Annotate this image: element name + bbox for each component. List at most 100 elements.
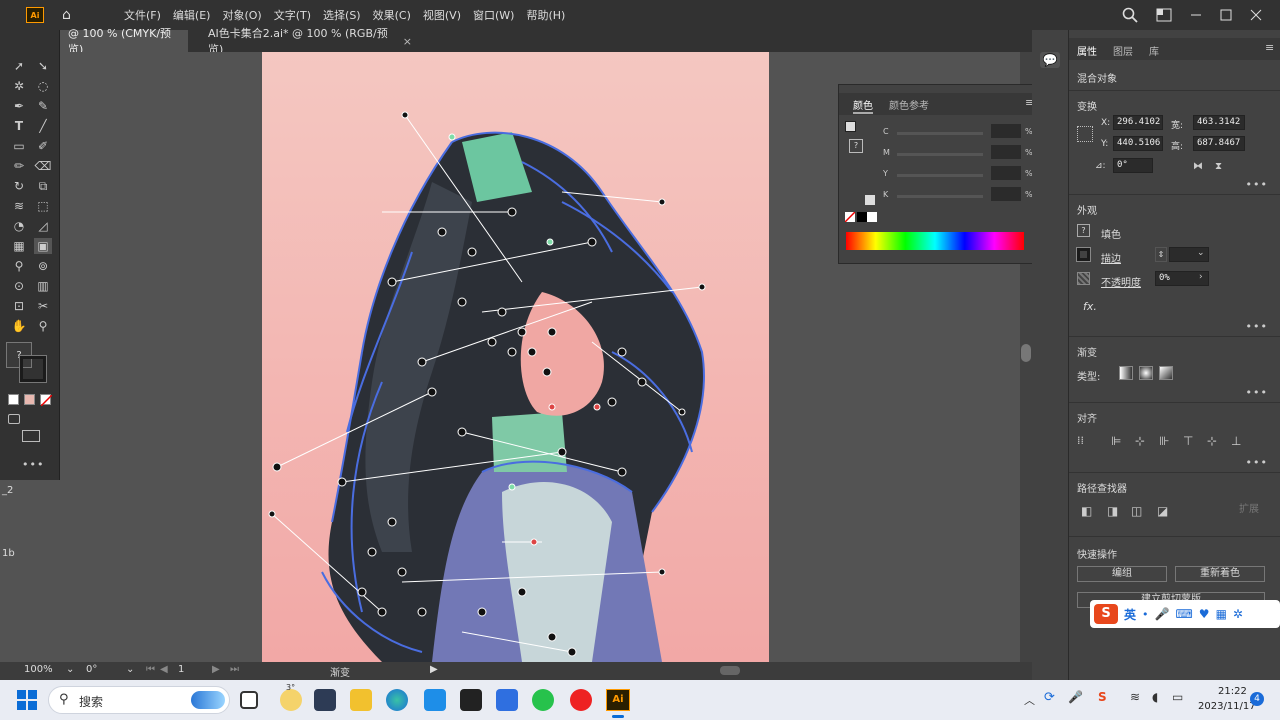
file-explorer-icon[interactable] bbox=[350, 689, 372, 711]
task-view-icon[interactable] bbox=[240, 691, 258, 709]
group-button[interactable]: 编组 bbox=[1077, 566, 1167, 582]
expand-button[interactable]: 扩展 bbox=[1239, 500, 1259, 515]
linear-gradient-icon[interactable] bbox=[1119, 366, 1133, 380]
menu-window[interactable]: 窗口(W) bbox=[467, 7, 520, 23]
warp-tool-icon[interactable]: ≋ bbox=[10, 198, 28, 214]
color-mode-icon[interactable] bbox=[8, 394, 19, 405]
slider-m[interactable]: M% bbox=[883, 145, 1033, 160]
recolor-button[interactable]: 重新着色 bbox=[1175, 566, 1265, 582]
slice-tool-icon[interactable]: ✂ bbox=[34, 298, 52, 314]
menu-help[interactable]: 帮助(H) bbox=[520, 7, 571, 23]
chevron-down-icon[interactable]: ⌄ bbox=[126, 664, 134, 675]
notification-badge[interactable]: 4 bbox=[1250, 692, 1264, 706]
microphone-icon[interactable]: 🎤 bbox=[1068, 690, 1083, 704]
gradient-mode-icon[interactable] bbox=[24, 394, 35, 405]
netease-music-icon[interactable] bbox=[570, 689, 592, 711]
ime-language[interactable]: 英 bbox=[1124, 606, 1136, 623]
reference-point-icon[interactable] bbox=[1077, 126, 1093, 142]
rotation-value[interactable]: 0° bbox=[86, 664, 97, 675]
checkmark-app-icon[interactable] bbox=[496, 689, 518, 711]
artboard[interactable] bbox=[262, 52, 769, 662]
panel-fill-swatch[interactable] bbox=[845, 121, 856, 132]
stroke-swatch[interactable] bbox=[1076, 247, 1091, 262]
maximize-icon[interactable] bbox=[1220, 9, 1232, 21]
store-icon[interactable] bbox=[314, 689, 336, 711]
more-options-icon[interactable]: ••• bbox=[1246, 320, 1268, 333]
artboard-tool-icon[interactable]: ⊡ bbox=[10, 298, 28, 314]
home-icon[interactable]: ⌂ bbox=[62, 8, 78, 22]
toolbox-icon[interactable]: ▦ bbox=[1216, 607, 1227, 621]
angle-field[interactable]: 0° bbox=[1113, 158, 1153, 173]
edge-icon[interactable] bbox=[386, 689, 408, 711]
weather-icon[interactable]: 3° bbox=[280, 683, 302, 711]
tab-color-guide[interactable]: 颜色参考 bbox=[889, 97, 929, 112]
keyboard-icon[interactable]: ⌨ bbox=[1175, 607, 1192, 621]
selection-tool-icon[interactable]: ➚ bbox=[10, 58, 28, 74]
windows-start-icon[interactable] bbox=[16, 689, 38, 711]
unite-icon[interactable]: ◧ bbox=[1081, 504, 1092, 518]
skin-icon[interactable]: ♥ bbox=[1199, 607, 1210, 621]
sogou-logo-icon[interactable]: S bbox=[1094, 604, 1118, 624]
more-tools-icon[interactable]: ••• bbox=[22, 458, 44, 471]
chevron-down-icon[interactable]: ⌄ bbox=[66, 664, 74, 675]
screen-mode-icon[interactable] bbox=[22, 430, 40, 442]
mesh-tool-icon[interactable]: ▦ bbox=[10, 238, 28, 254]
rotate-tool-icon[interactable]: ↻ bbox=[10, 178, 28, 194]
panel-stroke-swatch[interactable]: ? bbox=[849, 139, 863, 153]
lasso-icon[interactable]: ◌ bbox=[34, 78, 52, 94]
x-field[interactable]: 296.4102 bbox=[1113, 115, 1163, 130]
panel-menu-icon[interactable]: ≡ bbox=[1265, 41, 1274, 54]
align-left-icon[interactable]: ⊫ bbox=[1111, 434, 1121, 448]
hand-tool-icon[interactable]: ✋ bbox=[10, 318, 28, 334]
close-icon[interactable]: × bbox=[403, 35, 412, 48]
clock-time[interactable]: 21:22 bbox=[1218, 686, 1247, 697]
value-field[interactable] bbox=[991, 187, 1021, 201]
pencil-icon[interactable]: ✏ bbox=[10, 158, 28, 174]
more-options-icon[interactable]: ••• bbox=[1246, 386, 1268, 399]
wifi-icon[interactable]: ≋ bbox=[1130, 690, 1140, 704]
type-tool-icon[interactable]: T bbox=[10, 118, 28, 134]
out-of-gamut-swatch[interactable] bbox=[865, 195, 875, 205]
illustrator-taskbar-icon[interactable]: Ai bbox=[606, 689, 630, 711]
value-field[interactable] bbox=[991, 145, 1021, 159]
opacity-label[interactable]: 不透明度 bbox=[1101, 274, 1141, 289]
rectangle-tool-icon[interactable]: ▭ bbox=[10, 138, 28, 154]
menu-select[interactable]: 选择(S) bbox=[317, 7, 367, 23]
curvature-tool-icon[interactable]: ✎ bbox=[34, 98, 52, 114]
fx-icon[interactable]: fx. bbox=[1083, 300, 1097, 313]
unity-icon[interactable] bbox=[460, 689, 482, 711]
scale-tool-icon[interactable]: ⧉ bbox=[34, 178, 52, 194]
close-icon[interactable] bbox=[1250, 9, 1262, 21]
align-to-icon[interactable]: ⁞⁞ bbox=[1077, 434, 1084, 447]
menu-type[interactable]: 文字(T) bbox=[268, 7, 317, 23]
prev-artboard-icon[interactable]: ◀ bbox=[160, 664, 168, 675]
value-field[interactable] bbox=[991, 124, 1021, 138]
slider-track[interactable] bbox=[897, 174, 983, 177]
magic-wand-icon[interactable]: ✲ bbox=[10, 78, 28, 94]
tab-layers[interactable]: 图层 bbox=[1113, 43, 1133, 58]
status-arrow-icon[interactable]: ▶ bbox=[430, 664, 438, 675]
artboard-index[interactable]: 1 bbox=[178, 664, 184, 675]
feishu-icon[interactable] bbox=[424, 689, 446, 711]
horizontal-scrollbar-thumb[interactable] bbox=[720, 666, 740, 675]
settings-icon[interactable]: ✲ bbox=[1233, 607, 1243, 621]
menu-effect[interactable]: 效果(C) bbox=[367, 7, 417, 23]
chevron-up-icon[interactable]: ︿ bbox=[1024, 692, 1035, 708]
direct-selection-tool-icon[interactable]: ➘ bbox=[34, 58, 52, 74]
freeform-gradient-icon[interactable] bbox=[1159, 366, 1173, 380]
free-transform-icon[interactable]: ⬚ bbox=[34, 198, 52, 214]
slider-c[interactable]: C% bbox=[883, 124, 1033, 139]
zoom-tool-icon[interactable]: ⚲ bbox=[34, 318, 52, 334]
white-swatch[interactable] bbox=[867, 212, 877, 222]
value-field[interactable] bbox=[991, 166, 1021, 180]
menu-view[interactable]: 视图(V) bbox=[417, 7, 467, 23]
wechat-icon[interactable] bbox=[532, 689, 554, 711]
minus-front-icon[interactable]: ◨ bbox=[1107, 504, 1118, 518]
perspective-grid-icon[interactable]: ◿ bbox=[34, 218, 52, 234]
graph-tool-icon[interactable]: ▥ bbox=[34, 278, 52, 294]
more-options-icon[interactable]: ••• bbox=[1246, 456, 1268, 469]
tab-color[interactable]: 颜色 bbox=[853, 97, 873, 114]
line-tool-icon[interactable]: ╱ bbox=[34, 118, 52, 134]
tab-current-doc[interactable]: @ 100 % (CMYK/预览) bbox=[60, 27, 188, 56]
tab-libraries[interactable]: 库 bbox=[1149, 43, 1159, 58]
